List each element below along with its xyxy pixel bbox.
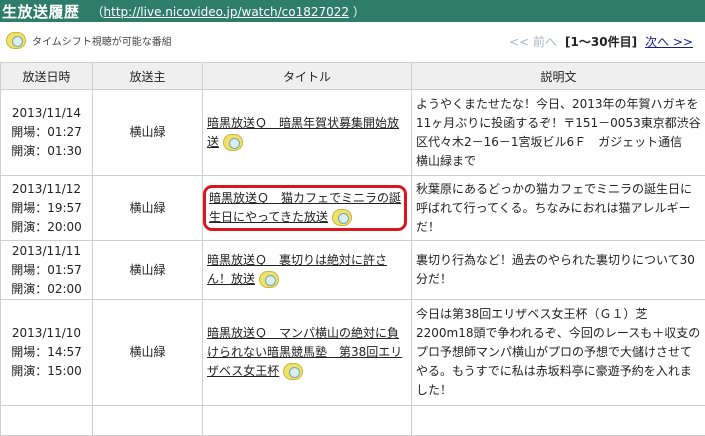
community-url-link[interactable]: http://live.nicovideo.jp/watch/co1827022 — [104, 5, 349, 19]
timeshift-icon[interactable] — [259, 271, 279, 288]
page-range: [1～30件目] — [565, 33, 637, 50]
broadcast-date: 2013/11/14 — [5, 104, 88, 123]
title-cell: 暗黒放送Ｑ 裏切りは絶対に許さん！放送 — [203, 241, 412, 300]
description-cell — [412, 406, 705, 436]
date-cell: 2013/11/12 開場：19:57 開演：20:00 — [1, 176, 93, 241]
header-description: 説明文 — [412, 63, 705, 90]
open-paren: （ — [92, 5, 104, 19]
timeshift-legend-text: タイムシフト視聴が可能な番組 — [32, 33, 172, 48]
description-cell: ようやくまたせたな！今日、2013年の年賀ハガキを11ヶ月ぶりに投函するぞ！〒1… — [412, 90, 705, 176]
description-cell: 秋葉原にあるどっかの猫カフェでミニラの誕生日に呼ばれて行ってくる。ちなみにおれは… — [412, 176, 705, 241]
pagination: << 前へ [1～30件目] 次へ >> — [509, 33, 693, 50]
open-time: 開場：01:27 — [5, 123, 88, 142]
list-toolbar: タイムシフト視聴が可能な番組 << 前へ [1～30件目] 次へ >> — [0, 28, 705, 54]
broadcast-date: 2013/11/12 — [5, 180, 88, 199]
timeshift-legend: タイムシフト視聴が可能な番組 — [6, 32, 172, 49]
prev-page-link: << 前へ — [509, 33, 557, 50]
open-time: 開場：01:57 — [5, 261, 88, 280]
owner-cell: 横山緑 — [93, 241, 203, 300]
header-date: 放送日時 — [1, 63, 93, 90]
owner-cell: 横山緑 — [93, 90, 203, 176]
description-cell: 裏切り行為など！過去のやられた裏切りについて30分だ！ — [412, 241, 705, 300]
table-row-partial — [1, 406, 705, 436]
start-time: 開演：20:00 — [5, 218, 88, 237]
open-time: 開場：19:57 — [5, 199, 88, 218]
table-header-row: 放送日時 放送主 タイトル 説明文 — [1, 63, 705, 90]
owner-cell: 横山緑 — [93, 300, 203, 406]
page-title: 生放送履歴 — [2, 1, 80, 22]
open-time: 開場：14:57 — [5, 343, 88, 362]
date-cell: 2013/11/10 開場：14:57 開演：15:00 — [1, 300, 93, 406]
highlight-box: 暗黒放送Ｑ 猫カフェでミニラの誕生日にやってきた放送 — [203, 185, 407, 231]
next-page-link[interactable]: 次へ >> — [645, 33, 693, 50]
table-row: 2013/11/11 開場：01:57 開演：02:00 横山緑 暗黒放送Ｑ 裏… — [1, 241, 705, 300]
broadcast-history-table: 放送日時 放送主 タイトル 説明文 2013/11/14 開場：01:27 開演… — [0, 62, 705, 436]
header-owner: 放送主 — [93, 63, 203, 90]
close-paren: ） — [353, 5, 365, 19]
table-row: 2013/11/14 開場：01:27 開演：01:30 横山緑 暗黒放送Ｑ 暗… — [1, 90, 705, 176]
broadcast-title-link[interactable]: 暗黒放送Ｑ 裏切りは絶対に許さん！放送 — [207, 253, 387, 286]
date-cell: 2013/11/11 開場：01:57 開演：02:00 — [1, 241, 93, 300]
broadcast-date: 2013/11/10 — [5, 324, 88, 343]
title-cell: 暗黒放送Ｑ マンパ横山の絶対に負けられない暗黒競馬塾 第38回エリザベス女王杯 — [203, 300, 412, 406]
start-time: 開演：01:30 — [5, 142, 88, 161]
owner-cell — [93, 406, 203, 436]
title-cell — [203, 406, 412, 436]
date-cell — [1, 406, 93, 436]
community-url-wrap: （http://live.nicovideo.jp/watch/co182702… — [92, 3, 365, 20]
page-header: 生放送履歴 （http://live.nicovideo.jp/watch/co… — [0, 0, 705, 22]
start-time: 開演：02:00 — [5, 280, 88, 299]
header-title: タイトル — [203, 63, 412, 90]
broadcast-title-link[interactable]: 暗黒放送Ｑ 猫カフェでミニラの誕生日にやってきた放送 — [209, 191, 401, 224]
broadcast-title-link[interactable]: 暗黒放送Ｑ マンパ横山の絶対に負けられない暗黒競馬塾 第38回エリザベス女王杯 — [207, 326, 402, 378]
timeshift-icon[interactable] — [223, 134, 243, 151]
date-cell: 2013/11/14 開場：01:27 開演：01:30 — [1, 90, 93, 176]
table-row: 2013/11/12 開場：19:57 開演：20:00 横山緑 暗黒放送Ｑ 猫… — [1, 176, 705, 241]
timeshift-icon[interactable] — [332, 209, 352, 226]
owner-cell: 横山緑 — [93, 176, 203, 241]
broadcast-date: 2013/11/11 — [5, 242, 88, 261]
start-time: 開演：15:00 — [5, 362, 88, 381]
title-cell: 暗黒放送Ｑ 猫カフェでミニラの誕生日にやってきた放送 — [203, 176, 412, 241]
title-cell: 暗黒放送Ｑ 暗黒年賀状募集開始放送 — [203, 90, 412, 176]
timeshift-icon[interactable] — [283, 363, 303, 380]
timeshift-icon — [6, 32, 26, 49]
description-cell: 今日は第38回エリザベス女王杯（Ｇ１）芝2200m18頭で争われるぞ、今回のレー… — [412, 300, 705, 406]
table-row: 2013/11/10 開場：14:57 開演：15:00 横山緑 暗黒放送Ｑ マ… — [1, 300, 705, 406]
